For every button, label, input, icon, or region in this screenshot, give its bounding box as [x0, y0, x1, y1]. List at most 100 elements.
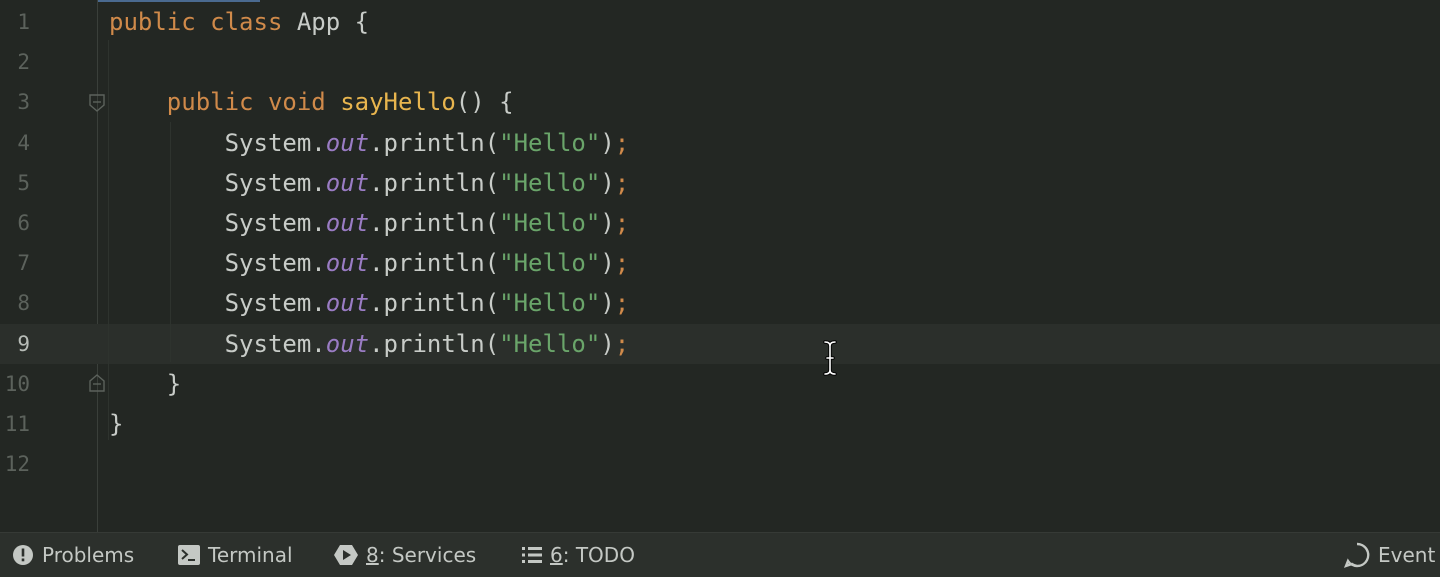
code-token: ) — [600, 289, 615, 318]
line-number: 2 — [17, 50, 30, 75]
code-token: App { — [282, 8, 370, 36]
code-token: out — [325, 168, 370, 197]
problems-label: Problems — [42, 543, 135, 567]
code-text[interactable]: public void sayHello() { — [109, 82, 514, 122]
code-line[interactable]: 12 — [0, 444, 1440, 484]
code-line[interactable]: 3 public void sayHello() { — [0, 82, 1440, 122]
terminal-tab[interactable]: Terminal — [178, 533, 293, 577]
event-log-tab[interactable]: Event — [1344, 533, 1435, 577]
line-number: 7 — [17, 251, 30, 276]
code-text[interactable]: } — [109, 404, 123, 444]
code-token: out — [325, 329, 370, 358]
services-tab[interactable]: 8: Services — [334, 533, 476, 577]
code-editor[interactable]: 1 public class App { 2 3 public void sayHel… — [0, 0, 1440, 532]
code-token: out — [325, 128, 370, 157]
code-token: "Hello" — [499, 168, 601, 197]
tool-window-bar: Problems Terminal 8: Services 6: TODO Ev… — [0, 532, 1440, 577]
code-text[interactable]: } — [109, 364, 181, 404]
code-token: .println( — [369, 128, 500, 157]
todo-label: 6: TODO — [550, 543, 635, 567]
code-token: } — [109, 369, 182, 398]
todo-tab[interactable]: 6: TODO — [522, 533, 635, 577]
code-token: ) — [600, 249, 615, 278]
line-number: 9 — [17, 331, 30, 356]
code-text[interactable]: System.out.println("Hello"); — [109, 123, 630, 163]
code-token: ; — [614, 289, 630, 318]
code-token: out — [325, 289, 370, 318]
terminal-label: Terminal — [208, 543, 293, 567]
line-number: 4 — [17, 130, 30, 155]
indent-guide — [108, 40, 109, 440]
code-token: System. — [109, 329, 326, 358]
code-text[interactable]: System.out.println("Hello"); — [109, 283, 630, 323]
code-token: System. — [109, 168, 326, 197]
code-token: () { — [455, 88, 514, 117]
code-line[interactable]: 8 System.out.println("Hello"); — [0, 283, 1440, 323]
code-token: "Hello" — [499, 209, 601, 237]
line-number: 5 — [17, 170, 30, 195]
text-cursor-icon — [823, 340, 837, 376]
problems-tab[interactable]: Problems — [12, 533, 134, 577]
code-token: out — [325, 249, 370, 278]
code-line[interactable]: 7 System.out.println("Hello"); — [0, 243, 1440, 283]
code-token: } — [109, 410, 124, 438]
code-token: .println( — [369, 289, 500, 318]
code-line[interactable]: 6 System.out.println("Hello"); — [0, 203, 1440, 243]
line-number: 3 — [17, 90, 30, 115]
code-token: .println( — [369, 249, 500, 278]
problems-icon — [13, 545, 33, 565]
fold-marker-icon[interactable] — [88, 94, 106, 112]
code-token: .println( — [369, 168, 500, 197]
code-token: out — [325, 209, 370, 237]
code-token: "Hello" — [499, 249, 601, 278]
services-label: 8: Services — [366, 543, 477, 567]
code-text[interactable]: System.out.println("Hello"); — [109, 163, 630, 203]
code-text[interactable]: public class App { — [109, 2, 369, 42]
code-line[interactable]: 2 — [0, 42, 1440, 82]
code-token: public — [166, 88, 254, 117]
code-token: ; — [614, 329, 630, 358]
code-token: sayHello — [340, 88, 456, 117]
line-number: 8 — [17, 291, 30, 316]
code-token: ; — [614, 249, 630, 278]
code-line[interactable]: 11} — [0, 404, 1440, 444]
code-token: "Hello" — [499, 128, 601, 157]
code-token: System. — [109, 289, 326, 318]
event-label: Event — [1378, 543, 1436, 567]
code-token: "Hello" — [499, 329, 601, 358]
line-number: 1 — [17, 10, 30, 34]
code-token: System. — [109, 209, 326, 237]
code-token: ; — [614, 168, 630, 197]
line-number: 11 — [4, 412, 30, 436]
indent-guide — [170, 122, 171, 362]
code-token: void — [267, 88, 326, 117]
code-text[interactable]: System.out.println("Hello"); — [109, 324, 630, 364]
code-token: System. — [109, 128, 326, 157]
terminal-icon — [178, 545, 200, 565]
line-number: 12 — [4, 452, 30, 477]
line-number: 10 — [4, 371, 30, 396]
code-token: "Hello" — [499, 289, 601, 318]
code-line[interactable]: 9 System.out.println("Hello"); — [0, 323, 1440, 364]
services-icon — [334, 545, 358, 565]
code-token: .println( — [369, 329, 500, 358]
code-token: ) — [600, 209, 615, 237]
code-token: ) — [600, 329, 615, 358]
code-token: System. — [109, 249, 326, 278]
code-token: ) — [600, 128, 615, 157]
code-line[interactable]: 5 System.out.println("Hello"); — [0, 163, 1440, 203]
code-token: ) — [600, 168, 615, 197]
code-line[interactable]: 4 System.out.println("Hello"); — [0, 123, 1440, 163]
code-text[interactable]: System.out.println("Hello"); — [109, 203, 630, 243]
fold-marker-icon[interactable] — [88, 374, 106, 392]
code-token: .println( — [369, 209, 500, 237]
code-text[interactable]: System.out.println("Hello"); — [109, 243, 630, 283]
code-line[interactable]: 10 } — [0, 364, 1440, 404]
code-line[interactable]: 1 public class App { — [0, 2, 1440, 42]
event-log-icon — [1344, 542, 1370, 568]
code-token: public — [109, 8, 196, 36]
